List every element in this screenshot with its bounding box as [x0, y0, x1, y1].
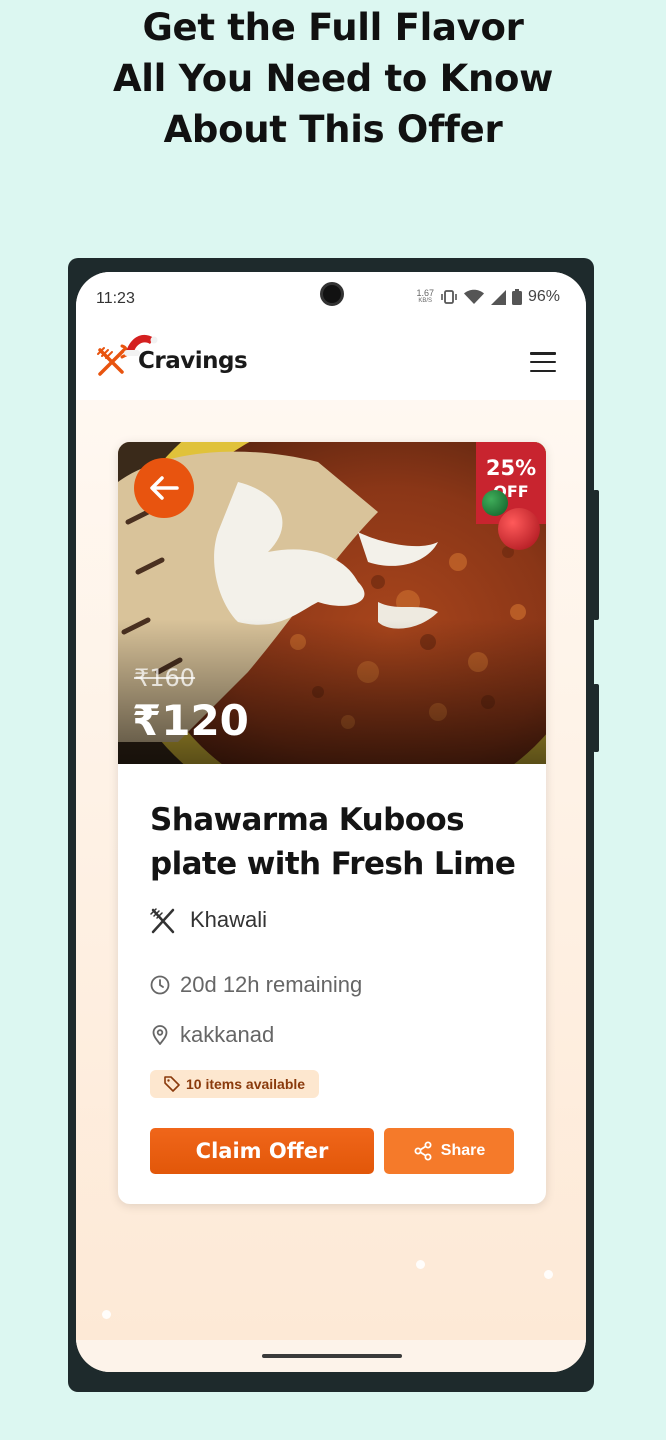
location-name: kakkanad: [180, 1022, 275, 1047]
front-camera: [320, 282, 344, 306]
phone-screen: 11:23 1.67 KB/S 96% Cravings 25% OFF ₹16…: [76, 272, 586, 1372]
status-time: 11:23: [96, 290, 135, 307]
time-remaining-row: 20d 12h remaining: [150, 972, 362, 998]
time-remaining: 20d 12h remaining: [180, 972, 363, 997]
back-button[interactable]: [134, 458, 194, 518]
offer-title: Shawarma Kuboos plate with Fresh Lime: [150, 802, 516, 882]
arrow-left-icon: [150, 476, 179, 500]
network-speed: 1.67 KB/S: [416, 288, 434, 305]
share-icon: [414, 1141, 432, 1161]
green-ornament-icon: [482, 490, 508, 516]
snowflake: [416, 1260, 425, 1269]
availability-text: 10 items available: [186, 1076, 306, 1092]
restaurant-row[interactable]: Khawali: [150, 906, 267, 934]
discount-percent: 25%: [485, 456, 537, 480]
headline-line-2: All You Need to Know: [112, 57, 554, 100]
home-indicator[interactable]: [262, 1354, 402, 1358]
offer-page: 25% OFF ₹160 ₹120 Shawarma Kuboos plate …: [76, 400, 586, 1361]
snowflake: [102, 1310, 111, 1319]
status-icons: 1.67 KB/S 96%: [416, 288, 560, 306]
headline-line-3: About This Offer: [163, 108, 503, 151]
phone-volume-button: [593, 490, 599, 620]
vibrate-icon: [441, 290, 457, 304]
app-header: Cravings: [76, 328, 586, 400]
clock-icon: [150, 975, 170, 995]
claim-offer-button[interactable]: Claim Offer: [150, 1128, 374, 1174]
share-button[interactable]: Share: [384, 1128, 514, 1174]
snowflake: [544, 1270, 553, 1279]
food-image: 25% OFF ₹160 ₹120: [118, 442, 546, 764]
headline-line-1: Get the Full Flavor: [142, 6, 524, 49]
location-row: kakkanad: [150, 1022, 274, 1048]
red-ornament-icon: [498, 508, 540, 550]
app-brand-name[interactable]: Cravings: [138, 348, 248, 374]
tag-icon: [164, 1076, 180, 1092]
battery-level: 96%: [527, 288, 560, 305]
wifi-icon: [463, 289, 484, 304]
phone-frame: 11:23 1.67 KB/S 96% Cravings 25% OFF ₹16…: [68, 258, 599, 1392]
signal-icon: [490, 290, 506, 305]
share-label: Share: [440, 1142, 486, 1159]
promo-headline: Get the Full Flavor All You Need to Know…: [0, 2, 666, 155]
system-nav-bar: [76, 1340, 586, 1372]
phone-power-button: [593, 684, 599, 752]
fork-knife-icon: [150, 908, 175, 934]
status-bar: 11:23 1.67 KB/S 96%: [76, 272, 586, 328]
offer-price: ₹120: [132, 696, 249, 745]
availability-badge: 10 items available: [150, 1070, 320, 1098]
discount-badge: 25% OFF: [476, 442, 546, 550]
restaurant-name: Khawali: [190, 907, 268, 932]
hamburger-menu-icon[interactable]: [530, 352, 556, 372]
original-price: ₹160: [134, 664, 196, 692]
location-pin-icon: [152, 1025, 168, 1045]
battery-icon: [511, 289, 522, 305]
offer-card: 25% OFF ₹160 ₹120 Shawarma Kuboos plate …: [118, 442, 546, 1204]
